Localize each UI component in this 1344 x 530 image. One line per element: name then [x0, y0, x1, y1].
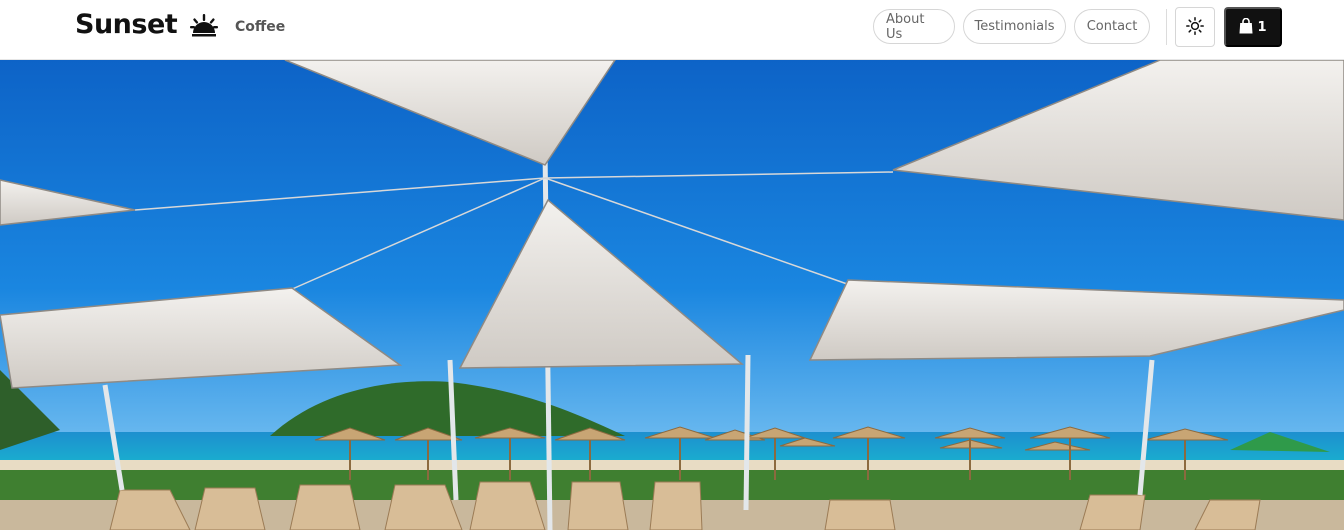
nav-link-about-us[interactable]: About Us [873, 9, 955, 44]
brand-name: Sunset [75, 9, 178, 40]
nav-divider [1166, 9, 1167, 45]
brand[interactable]: Sunset [75, 9, 219, 40]
beach-shade-sails-photo [0, 60, 1344, 530]
shopping-bag-icon [1239, 17, 1253, 37]
navbar: Sunset Coffee About Us Testimonials Cont… [0, 0, 1344, 60]
nav-links: About Us Testimonials Contact [873, 9, 1150, 44]
nav-link-contact[interactable]: Contact [1074, 9, 1150, 44]
sunset-icon [190, 12, 219, 38]
sun-icon [1186, 16, 1204, 38]
cart-count-badge: 1 [1257, 19, 1267, 35]
brand-tagline: Coffee [235, 19, 286, 35]
theme-toggle-button[interactable] [1175, 7, 1215, 47]
nav-link-testimonials[interactable]: Testimonials [963, 9, 1066, 44]
cart-button[interactable]: 1 [1224, 7, 1282, 47]
hero-image [0, 60, 1344, 530]
